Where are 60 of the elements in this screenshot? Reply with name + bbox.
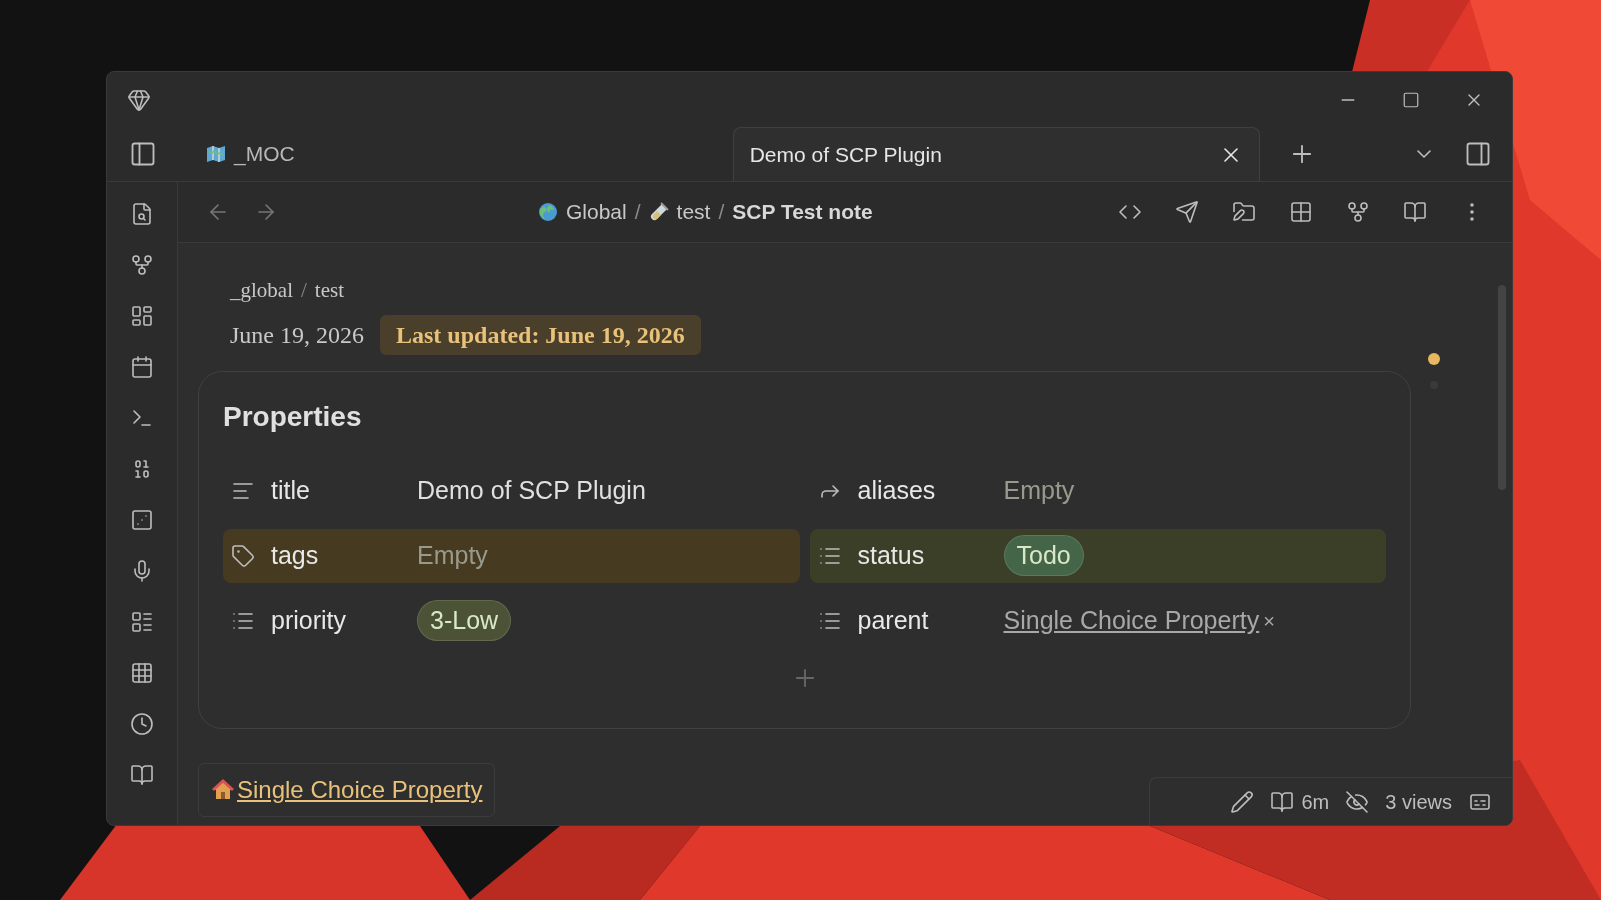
- test-tube-icon: [648, 202, 669, 222]
- clock-icon[interactable]: [130, 712, 154, 736]
- value-pill[interactable]: 3-Low: [417, 599, 512, 642]
- map-icon: [206, 144, 226, 164]
- note-link[interactable]: Single Choice Property: [1003, 601, 1260, 640]
- dice-icon[interactable]: [130, 508, 154, 532]
- property-row[interactable]: status Todo: [809, 528, 1386, 583]
- property-key: tags: [271, 536, 417, 575]
- tag-icon: [231, 543, 255, 568]
- tab[interactable]: _MOC: [178, 127, 323, 181]
- property-key: aliases: [857, 471, 1004, 510]
- fork-icon[interactable]: [1346, 200, 1370, 224]
- breadcrumb-item[interactable]: _global: [230, 275, 293, 307]
- property-value[interactable]: Demo of SCP Plugin: [417, 471, 646, 510]
- remove-link-button[interactable]: ×: [1263, 605, 1275, 636]
- path-separator: /: [301, 277, 307, 304]
- reading-view-icon[interactable]: [1403, 200, 1427, 224]
- logo-icon: [127, 87, 151, 112]
- file-search-icon[interactable]: [130, 202, 154, 226]
- empty-value[interactable]: Empty: [417, 536, 488, 575]
- property-row[interactable]: priority 3-Low: [223, 593, 800, 648]
- properties-heading: Properties: [223, 399, 363, 434]
- right-sidebar-icon[interactable]: [1464, 140, 1492, 168]
- pencil-icon[interactable]: [1229, 789, 1254, 814]
- empty-value[interactable]: Empty: [1003, 471, 1075, 510]
- property-key: priority: [271, 601, 417, 640]
- eye-off-icon[interactable]: [1345, 789, 1370, 814]
- list-layout-icon[interactable]: [130, 610, 154, 634]
- graph-icon[interactable]: [130, 253, 154, 277]
- value-pill[interactable]: Todo: [1003, 534, 1084, 577]
- reading-time: 6m: [1301, 789, 1330, 815]
- globe-icon: [538, 202, 558, 222]
- house-icon: [211, 778, 235, 802]
- path-separator: /: [718, 199, 725, 226]
- breadcrumb-item[interactable]: SCP Test note: [732, 196, 873, 228]
- property-key: status: [857, 536, 1004, 575]
- tab[interactable]: Demo of SCP Plugin: [732, 127, 1260, 181]
- view-count: 3 views: [1385, 789, 1452, 815]
- navigation-icon[interactable]: [1175, 200, 1199, 224]
- path-separator: /: [634, 199, 641, 226]
- property-key: parent: [857, 601, 1004, 640]
- note-link[interactable]: Single Choice Property: [237, 772, 483, 808]
- property-key: title: [271, 471, 417, 510]
- property-row[interactable]: parent Single Choice Property ×: [809, 593, 1386, 648]
- breadcrumb-item[interactable]: test: [314, 275, 344, 307]
- table-icon[interactable]: [130, 661, 154, 685]
- breadcrumb-item[interactable]: test: [676, 196, 711, 228]
- book-icon: [1269, 789, 1294, 814]
- note-date: June 19, 2026: [230, 320, 364, 350]
- book-icon[interactable]: [130, 763, 154, 787]
- breadcrumb-item[interactable]: Global: [566, 196, 627, 228]
- property-row[interactable]: tags Empty: [223, 528, 800, 583]
- grid-icon[interactable]: [1289, 200, 1313, 224]
- maximize-icon[interactable]: [1402, 90, 1420, 109]
- calendar-icon[interactable]: [130, 355, 154, 379]
- last-updated-badge: Last updated: June 19, 2026: [380, 314, 701, 355]
- property-row[interactable]: aliases Empty: [809, 463, 1386, 518]
- dashboard-icon[interactable]: [130, 304, 154, 328]
- folder-edit-icon[interactable]: [1232, 200, 1256, 224]
- property-row[interactable]: title Demo of SCP Plugin: [223, 463, 800, 518]
